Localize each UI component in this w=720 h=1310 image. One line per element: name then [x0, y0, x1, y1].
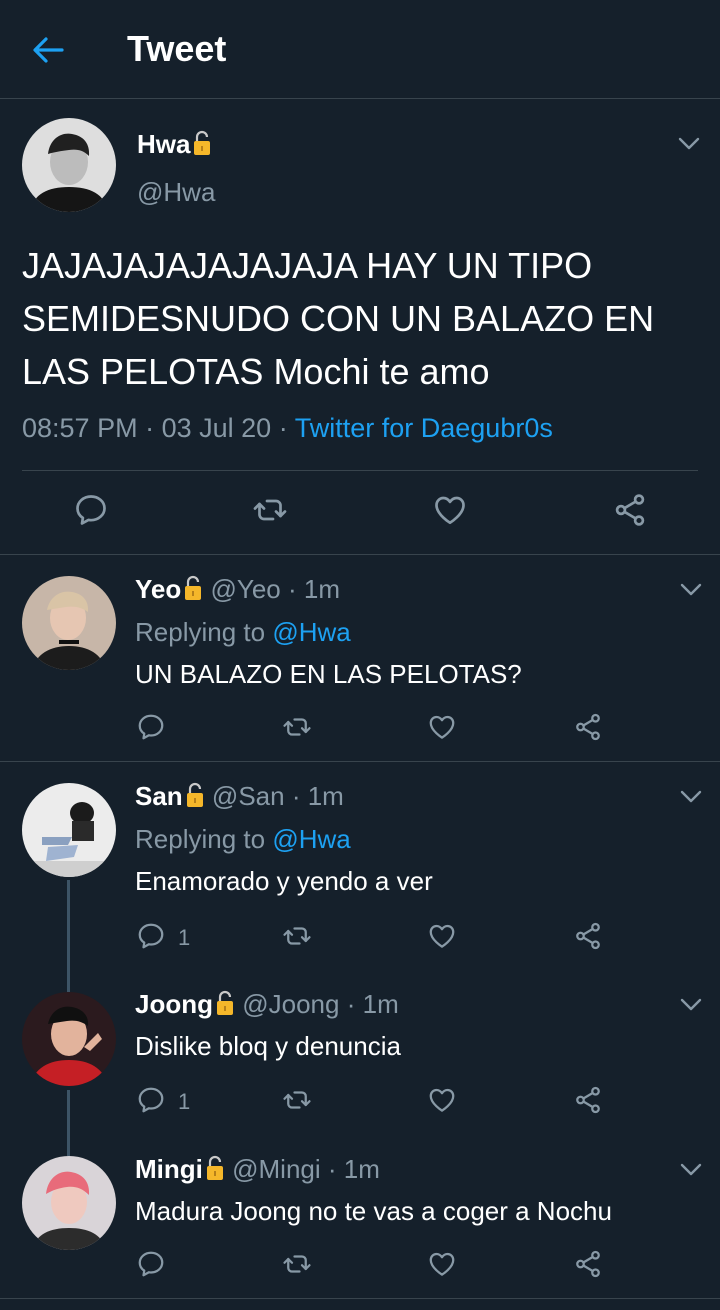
mention-link[interactable]: @Hwa	[272, 617, 350, 647]
tweet-text: JAJAJAJAJAJAJAJA HAY UN TIPO SEMIDESNUDO…	[22, 245, 655, 392]
reply-header: Joong @Joong · 1m	[135, 989, 399, 1020]
avatar[interactable]	[22, 118, 116, 212]
tweet-meta: 08:57 PM · 03 Jul 20 · Twitter for Daegu…	[22, 413, 553, 444]
tweet-time: 1m	[307, 781, 344, 811]
avatar[interactable]	[22, 1156, 116, 1250]
retweet-icon[interactable]	[282, 1249, 312, 1279]
reply-count: 1	[178, 925, 191, 950]
author-handle[interactable]: @Yeo	[210, 574, 280, 604]
thread-line	[67, 880, 70, 970]
tweet-date: 03 Jul 20	[161, 413, 272, 443]
lock-icon	[205, 1155, 225, 1181]
reply-tweet[interactable]: Joong @Joong · 1m Dislike bloq y denunci…	[0, 970, 720, 1135]
retweet-icon[interactable]	[282, 921, 312, 951]
reply-text: Dislike bloq y denuncia	[135, 1031, 401, 1061]
thread-line	[67, 970, 70, 992]
reply-header: Mingi @Mingi · 1m	[135, 1154, 380, 1185]
tweet-time: 08:57 PM	[22, 413, 138, 443]
author-name[interactable]: San	[135, 781, 183, 811]
reply-tweet[interactable]: Yeo @Yeo · 1m Replying to @Hwa UN BALAZO…	[0, 555, 720, 762]
like-icon[interactable]	[432, 492, 468, 528]
tweet-source-link[interactable]: Twitter for Daegubr0s	[295, 413, 553, 443]
thread-line	[67, 1135, 70, 1156]
like-icon[interactable]	[427, 1249, 457, 1279]
author-handle[interactable]: @San	[212, 781, 285, 811]
author-handle[interactable]: @Hwa	[137, 177, 215, 208]
reply-icon[interactable]	[136, 712, 166, 742]
chevron-down-icon[interactable]	[680, 998, 702, 1012]
main-tweet: Hwa @Hwa JAJAJAJAJAJAJAJA HAY UN TIPO SE…	[0, 99, 720, 555]
share-icon[interactable]	[573, 921, 603, 951]
tweet-time: 1m	[343, 1154, 380, 1184]
reply-icon[interactable]	[136, 1249, 166, 1279]
reply-count: 1	[178, 1089, 191, 1114]
reply-icon[interactable]	[136, 921, 166, 951]
thread-line	[67, 1090, 70, 1135]
lock-icon	[185, 782, 205, 808]
share-icon[interactable]	[612, 492, 648, 528]
chevron-down-icon[interactable]	[680, 583, 702, 597]
chevron-down-icon[interactable]	[680, 1163, 702, 1177]
reply-tweet[interactable]: San @San · 1m Replying to @Hwa Enamorado…	[0, 762, 720, 970]
tweet-time: 1m	[303, 574, 341, 604]
reply-header: San @San · 1m	[135, 781, 344, 812]
author-handle[interactable]: @Mingi	[232, 1154, 321, 1184]
author-name[interactable]: Joong	[135, 989, 213, 1019]
like-icon[interactable]	[427, 712, 457, 742]
page-title: Tweet	[127, 28, 227, 69]
separator: ·	[291, 781, 301, 811]
like-icon[interactable]	[427, 1085, 457, 1115]
reply-text: Madura Joong no te vas a coger a Nochu	[135, 1196, 612, 1226]
tweet-time: 1m	[362, 989, 399, 1019]
author-name[interactable]: Hwa	[137, 129, 212, 160]
top-bar: Tweet	[0, 0, 720, 99]
reply-icon[interactable]	[136, 1085, 166, 1115]
divider	[22, 470, 698, 471]
separator: ·	[288, 574, 297, 604]
separator: ·	[145, 413, 155, 443]
reply-tweet[interactable]: Mingi @Mingi · 1m Madura Joong no te vas…	[0, 1135, 720, 1299]
avatar[interactable]	[22, 783, 116, 877]
chevron-down-icon[interactable]	[678, 137, 700, 151]
mention-link[interactable]: @Hwa	[272, 824, 350, 854]
like-icon[interactable]	[427, 921, 457, 951]
avatar[interactable]	[22, 576, 116, 670]
retweet-icon[interactable]	[252, 492, 288, 528]
replying-to: Replying to @Hwa	[135, 824, 351, 854]
separator: ·	[346, 989, 356, 1019]
separator: ·	[278, 413, 288, 443]
avatar[interactable]	[22, 992, 116, 1086]
lock-icon	[215, 990, 235, 1016]
separator: ·	[327, 1154, 337, 1184]
author-name[interactable]: Yeo	[135, 574, 181, 604]
retweet-icon[interactable]	[282, 1085, 312, 1115]
back-arrow-icon[interactable]	[30, 34, 66, 66]
author-handle[interactable]: @Joong	[242, 989, 339, 1019]
reply-text: UN BALAZO EN LAS PELOTAS?	[135, 659, 522, 689]
share-icon[interactable]	[573, 1085, 603, 1115]
retweet-icon[interactable]	[282, 712, 312, 742]
reply-icon[interactable]	[73, 492, 109, 528]
lock-icon	[183, 575, 203, 601]
reply-header: Yeo @Yeo · 1m	[135, 574, 340, 605]
share-icon[interactable]	[573, 1249, 603, 1279]
share-icon[interactable]	[573, 712, 603, 742]
reply-text: Enamorado y yendo a ver	[135, 866, 433, 896]
chevron-down-icon[interactable]	[680, 790, 702, 804]
replying-to: Replying to @Hwa	[135, 617, 351, 647]
author-name[interactable]: Mingi	[135, 1154, 203, 1184]
lock-icon	[192, 130, 212, 156]
